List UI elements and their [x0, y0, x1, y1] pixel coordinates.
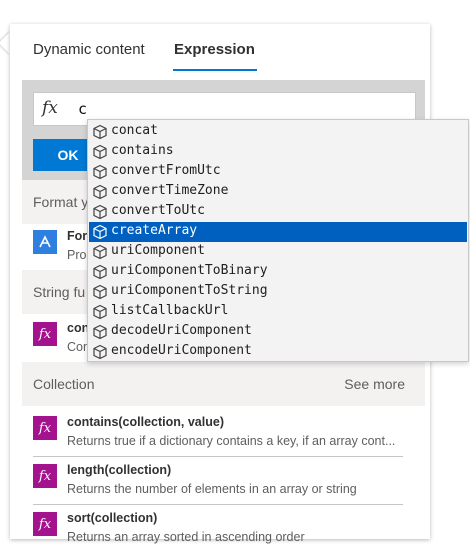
- function-name: sort(collection): [67, 511, 158, 525]
- suggestion-label: decodeUriComponent: [111, 323, 252, 338]
- list-item-contains[interactable]: fx contains(collection, value) Returns t…: [33, 410, 403, 457]
- section-header-collection: Collection See more: [22, 362, 425, 406]
- function-fx-icon: fx: [33, 322, 57, 346]
- method-cube-icon: [93, 144, 107, 160]
- list-item-sort[interactable]: fx sort(collection) Returns an array sor…: [33, 506, 403, 552]
- function-name: length(collection): [67, 463, 172, 477]
- method-cube-icon: [93, 344, 107, 360]
- autocomplete-dropdown: concat contains convertFromUtc convertTi…: [87, 119, 469, 362]
- suggestion-label: uriComponentToString: [111, 283, 268, 298]
- suggestion-label: convertToUtc: [111, 203, 205, 218]
- suggestion-item[interactable]: uriComponent: [89, 242, 467, 262]
- method-cube-icon: [93, 164, 107, 180]
- method-cube-icon: [93, 324, 107, 340]
- suggestion-label: concat: [111, 123, 158, 138]
- suggestion-item[interactable]: uriComponentToString: [89, 282, 467, 302]
- section-title-string: String fu: [33, 284, 86, 300]
- suggestion-item-selected[interactable]: createArray: [89, 222, 467, 242]
- suggestion-item[interactable]: convertTimeZone: [89, 182, 467, 202]
- suggestion-item[interactable]: uriComponentToBinary: [89, 262, 467, 282]
- suggestion-label: contains: [111, 143, 174, 158]
- suggestion-label: convertFromUtc: [111, 163, 221, 178]
- method-cube-icon: [93, 204, 107, 220]
- function-fx-icon: fx: [33, 416, 57, 440]
- method-cube-icon: [93, 284, 107, 300]
- suggestion-label: encodeUriComponent: [111, 343, 252, 358]
- function-description: Returns the number of elements in an arr…: [67, 482, 357, 496]
- suggestion-item[interactable]: convertFromUtc: [89, 162, 467, 182]
- function-fx-icon: fx: [33, 512, 57, 536]
- suggestion-item[interactable]: convertToUtc: [89, 202, 467, 222]
- suggestion-label: createArray: [111, 223, 198, 238]
- see-more-link[interactable]: See more: [344, 376, 405, 392]
- suggestion-label: listCallbackUrl: [111, 303, 229, 318]
- method-cube-icon: [93, 264, 107, 280]
- method-cube-icon: [93, 124, 107, 140]
- method-cube-icon: [93, 184, 107, 200]
- suggestion-label: uriComponentToBinary: [111, 263, 268, 278]
- suggestion-item[interactable]: listCallbackUrl: [89, 302, 467, 322]
- suggestion-label: uriComponent: [111, 243, 205, 258]
- active-tab-indicator: [173, 69, 257, 71]
- function-name: contains(collection, value): [67, 415, 224, 429]
- function-fx-icon: fx: [33, 464, 57, 488]
- tab-expression[interactable]: Expression: [174, 41, 255, 58]
- suggestion-item[interactable]: contains: [89, 142, 467, 162]
- tab-bar: Dynamic content Expression: [10, 24, 430, 80]
- format-data-icon: [33, 230, 57, 254]
- tab-dynamic-content[interactable]: Dynamic content: [33, 41, 145, 58]
- fx-icon: fx: [42, 98, 58, 118]
- suggestion-item[interactable]: concat: [89, 122, 467, 142]
- section-title-collection: Collection: [33, 376, 95, 392]
- suggestion-item[interactable]: decodeUriComponent: [89, 322, 467, 342]
- method-cube-icon: [93, 304, 107, 320]
- suggestion-item[interactable]: encodeUriComponent: [89, 342, 467, 362]
- method-cube-icon: [93, 244, 107, 260]
- suggestion-label: convertTimeZone: [111, 183, 229, 198]
- method-cube-icon: [93, 224, 107, 240]
- function-description: Returns an array sorted in ascending ord…: [67, 530, 305, 544]
- list-item-length[interactable]: fx length(collection) Returns the number…: [33, 458, 403, 505]
- section-title-format: Format y: [33, 194, 89, 210]
- function-description: Returns true if a dictionary contains a …: [67, 434, 396, 448]
